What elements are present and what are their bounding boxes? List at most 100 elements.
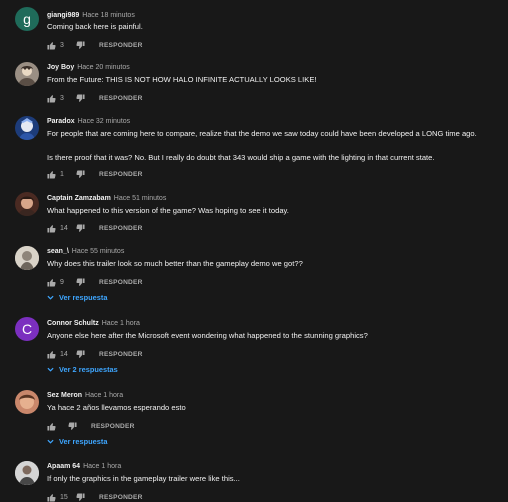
- comment-header: Connor Schultz Hace 1 hora: [47, 319, 140, 328]
- reply-button[interactable]: RESPONDER: [91, 423, 135, 430]
- comment-text: Coming back here is painful.: [47, 22, 143, 32]
- author-name[interactable]: giangi989: [47, 12, 79, 19]
- thumbs-down-icon[interactable]: [76, 277, 85, 287]
- comment-actions: 9 RESPONDER: [47, 277, 143, 287]
- thumbs-down-icon[interactable]: [76, 223, 85, 233]
- thumbs-up-icon[interactable]: [47, 224, 56, 233]
- comment-actions: 3 RESPONDER: [47, 93, 143, 103]
- thumbs-up-icon[interactable]: [47, 493, 56, 502]
- avatar[interactable]: g: [15, 7, 39, 31]
- comment-actions: 3 RESPONDER: [47, 40, 143, 50]
- thumbs-down-icon[interactable]: [76, 93, 85, 103]
- comment-header: sean_\ Hace 55 minutos: [47, 247, 124, 256]
- chevron-down-icon: [47, 439, 54, 444]
- author-name[interactable]: Joy Boy: [47, 64, 74, 71]
- comment-header: Joy Boy Hace 20 minutos: [47, 63, 130, 72]
- view-replies-label: Ver respuesta: [59, 437, 108, 446]
- author-name[interactable]: sean_\: [47, 248, 69, 255]
- view-replies-label: Ver 2 respuestas: [59, 365, 118, 374]
- comment-text: Anyone else here after the Microsoft eve…: [47, 331, 368, 341]
- comment-actions: 1 RESPONDER: [47, 169, 143, 179]
- thumbs-down-icon[interactable]: [68, 421, 77, 431]
- comment-line: For people that are coming here to compa…: [47, 129, 477, 138]
- comment-line: Coming back here is painful.: [47, 22, 143, 31]
- comment-actions: 15 RESPONDER: [47, 492, 143, 502]
- comment-actions: 14 RESPONDER: [47, 223, 143, 233]
- comment-line: What happened to this version of the gam…: [47, 206, 289, 215]
- thumbs-up-icon[interactable]: [47, 278, 56, 287]
- comment-line: Ya hace 2 años llevamos esperando esto: [47, 403, 186, 412]
- avatar[interactable]: [15, 390, 39, 414]
- chevron-down-icon: [47, 367, 54, 372]
- timestamp[interactable]: Hace 51 minutos: [114, 195, 167, 202]
- timestamp[interactable]: Hace 18 minutos: [82, 12, 135, 19]
- timestamp[interactable]: Hace 55 minutos: [72, 248, 125, 255]
- avatar[interactable]: [15, 461, 39, 485]
- author-name[interactable]: Sez Meron: [47, 392, 82, 399]
- comment-line: If only the graphics in the gameplay tra…: [47, 474, 240, 483]
- avatar[interactable]: [15, 192, 39, 216]
- comment-text: What happened to this version of the gam…: [47, 206, 289, 216]
- like-count: 1: [60, 170, 64, 178]
- user-avatar-icon: [18, 196, 36, 216]
- comment-line: From the Future: THIS IS NOT HOW HALO IN…: [47, 75, 317, 84]
- comment-actions: RESPONDER: [47, 421, 135, 431]
- timestamp[interactable]: Hace 1 hora: [102, 320, 140, 327]
- timestamp[interactable]: Hace 1 hora: [85, 392, 123, 399]
- comment-line: Anyone else here after the Microsoft eve…: [47, 331, 368, 340]
- avatar[interactable]: C: [15, 317, 39, 341]
- thumbs-down-icon[interactable]: [76, 492, 85, 502]
- comment-header: Captain Zamzabam Hace 51 minutos: [47, 194, 166, 203]
- thumbs-up-icon[interactable]: [47, 350, 56, 359]
- comment-line: Is there proof that it was? No. But I re…: [47, 153, 435, 162]
- thumbs-up-icon[interactable]: [47, 41, 56, 50]
- comment-header: Apaam 64 Hace 1 hora: [47, 462, 121, 471]
- view-replies-button[interactable]: Ver respuesta: [47, 293, 107, 302]
- like-count: 14: [60, 350, 68, 358]
- comment-text: If only the graphics in the gameplay tra…: [47, 474, 240, 484]
- view-replies-button[interactable]: Ver respuesta: [47, 437, 107, 446]
- timestamp[interactable]: Hace 1 hora: [83, 463, 121, 470]
- avatar[interactable]: [15, 116, 39, 140]
- user-avatar-icon: [19, 394, 35, 409]
- avatar[interactable]: [15, 246, 39, 270]
- timestamp[interactable]: Hace 32 minutos: [78, 118, 131, 125]
- author-name[interactable]: Paradox: [47, 118, 75, 125]
- comment-header: giangi989 Hace 18 minutos: [47, 11, 135, 20]
- like-count: 15: [60, 493, 68, 501]
- thumbs-down-icon[interactable]: [76, 40, 85, 50]
- timestamp[interactable]: Hace 20 minutos: [77, 64, 130, 71]
- thumbs-down-icon[interactable]: [76, 169, 85, 179]
- comment-text: Why does this trailer look so much bette…: [47, 259, 303, 269]
- comment-header: Paradox Hace 32 minutos: [47, 117, 130, 126]
- comment-text: Ya hace 2 años llevamos esperando esto: [47, 403, 186, 413]
- like-count: 14: [60, 224, 68, 232]
- reply-button[interactable]: RESPONDER: [99, 225, 143, 232]
- chevron-down-icon: [47, 295, 54, 300]
- author-name[interactable]: Apaam 64: [47, 463, 80, 470]
- thumbs-up-icon[interactable]: [47, 422, 56, 431]
- reply-button[interactable]: RESPONDER: [99, 95, 143, 102]
- author-name[interactable]: Connor Schultz: [47, 320, 99, 327]
- thumbs-down-icon[interactable]: [76, 349, 85, 359]
- thumbs-up-icon[interactable]: [47, 94, 56, 103]
- reply-button[interactable]: RESPONDER: [99, 279, 143, 286]
- avatar-letter: g: [23, 11, 31, 27]
- reply-button[interactable]: RESPONDER: [99, 171, 143, 178]
- user-avatar-icon: [15, 461, 39, 485]
- user-avatar-icon: [15, 246, 39, 270]
- view-replies-button[interactable]: Ver 2 respuestas: [47, 365, 118, 374]
- like-count: 9: [60, 278, 64, 286]
- avatar[interactable]: [15, 62, 39, 86]
- author-name[interactable]: Captain Zamzabam: [47, 195, 111, 202]
- reply-button[interactable]: RESPONDER: [99, 351, 143, 358]
- reply-button[interactable]: RESPONDER: [99, 42, 143, 49]
- user-avatar-icon: [19, 118, 35, 140]
- reply-button[interactable]: RESPONDER: [99, 494, 143, 501]
- like-count: 3: [60, 41, 64, 49]
- comment-text: For people that are coming here to compa…: [47, 129, 477, 139]
- thumbs-up-icon[interactable]: [47, 170, 56, 179]
- like-count: 3: [60, 94, 64, 102]
- comment-header: Sez Meron Hace 1 hora: [47, 391, 123, 400]
- view-replies-label: Ver respuesta: [59, 293, 108, 302]
